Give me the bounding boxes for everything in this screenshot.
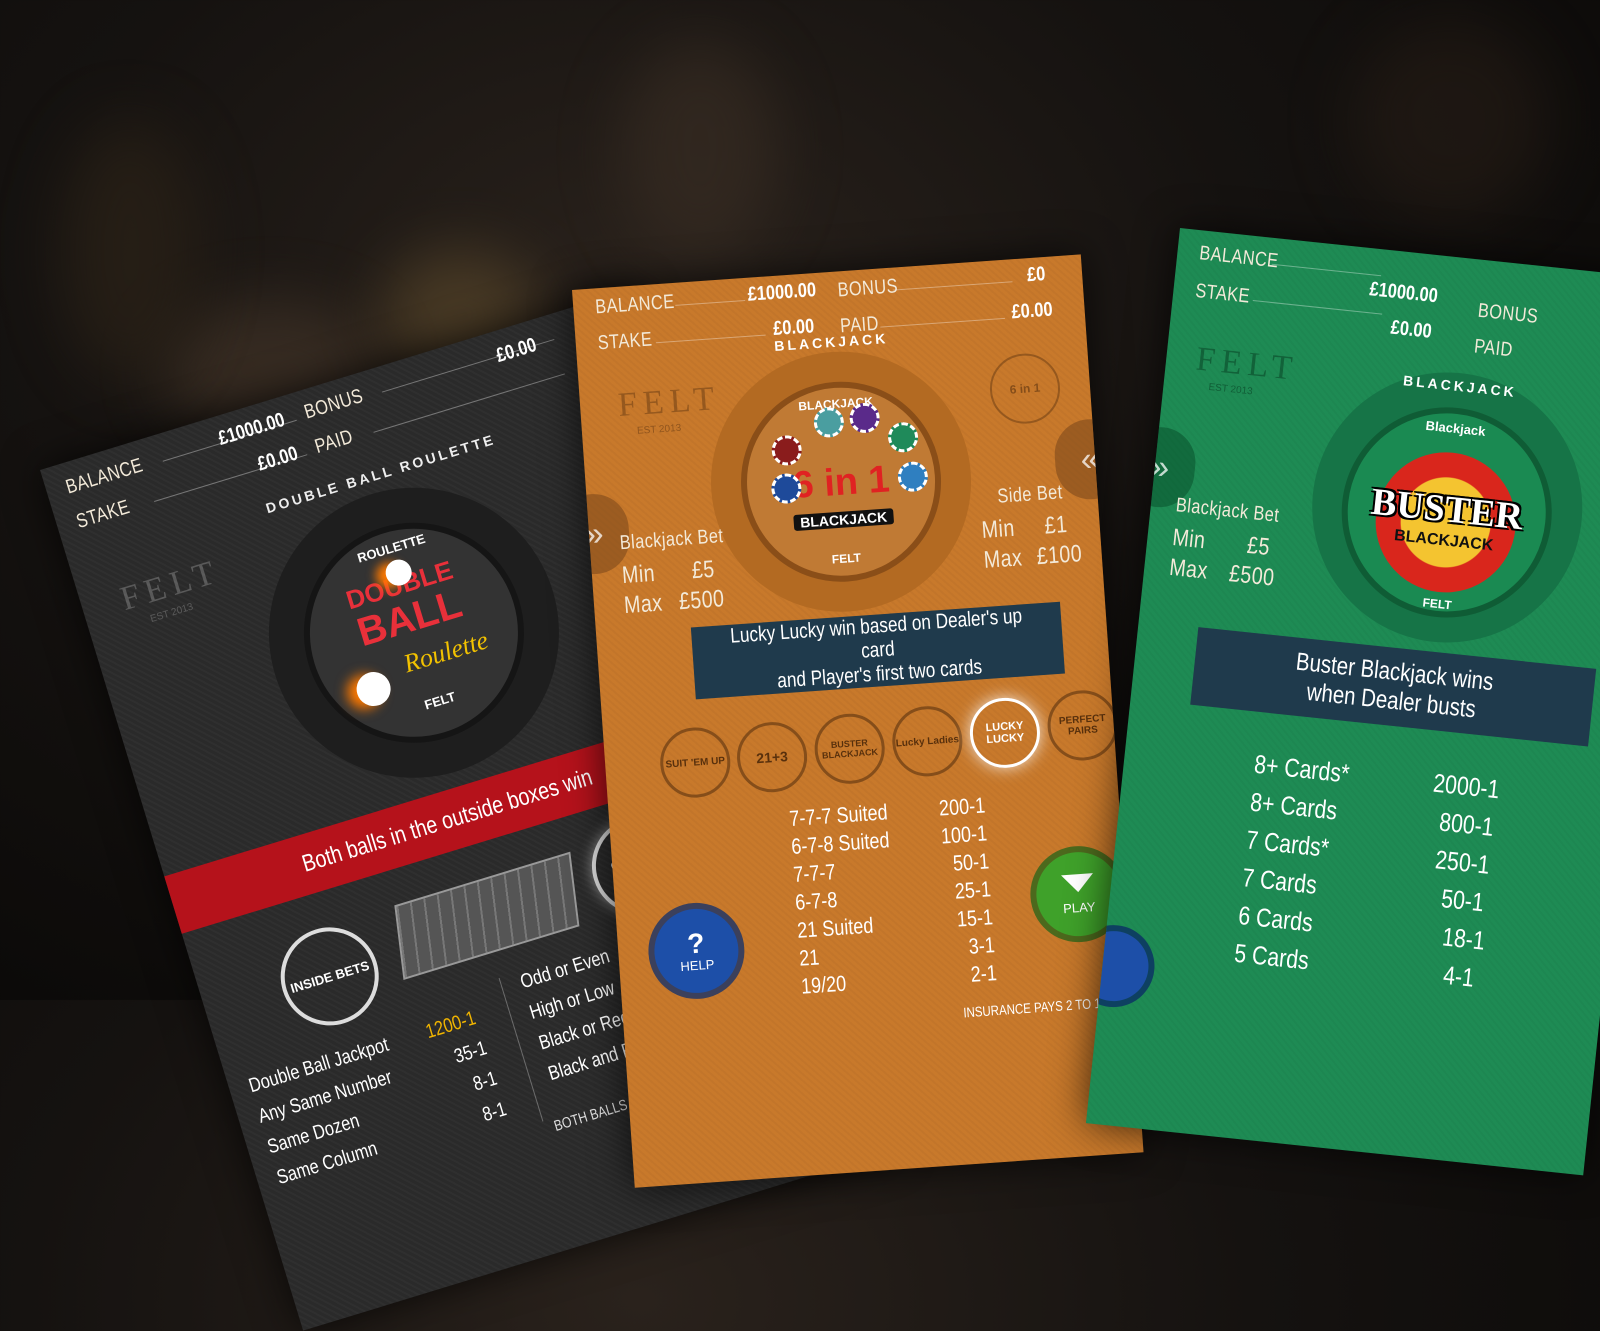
paytable-row: 7-7-7 [792, 859, 837, 887]
buster-blackjack-card[interactable]: BALANCE £1000.00 STAKE £0.00 BONUS PAID … [1085, 228, 1600, 1176]
bj-min-value: £5 [1245, 531, 1272, 562]
paytable-odds: 250-1 [1433, 844, 1492, 880]
paytable-odds: 2-1 [969, 960, 998, 987]
paytable-odds: 800-1 [1437, 806, 1496, 842]
bg-glow [60, 120, 200, 380]
side-max-label: Max [982, 544, 1024, 574]
paytable-odds: 25-1 [954, 876, 992, 904]
stake-value: £0.00 [1389, 316, 1433, 343]
paid-value: £0.00 [1010, 298, 1054, 324]
diamond-play-icon [1060, 872, 1095, 893]
bj-min-label: Min [621, 559, 656, 590]
balance-value: £1000.00 [746, 279, 817, 306]
six-in-one-blackjack-card[interactable]: BALANCE £1000.00 STAKE £0.00 BONUS £0 PA… [572, 254, 1144, 1188]
paytable-row: 21 [798, 944, 821, 971]
stake-label: STAKE [597, 328, 654, 355]
paytable-odds: 15-1 [955, 904, 994, 932]
bj-max-value: £500 [678, 585, 726, 616]
play-label: PLAY [1062, 898, 1096, 916]
bj-min-value: £5 [690, 555, 716, 585]
bonus-label: BONUS [836, 275, 899, 302]
paytable-odds: 200-1 [938, 792, 986, 821]
paytable-odds: 50-1 [952, 848, 990, 876]
paytable-odds: 100-1 [940, 820, 988, 849]
inside-bets-label: INSIDE BETS [288, 957, 371, 996]
felt-logo: FELT [616, 379, 722, 425]
bonus-value: £0 [1026, 262, 1047, 287]
paytable-odds: 3-1 [967, 932, 996, 959]
bg-glow [620, 40, 780, 260]
bj-max-label: Max [623, 589, 664, 620]
side-bet-label: Side Bet [996, 481, 1064, 508]
paid-label: PAID [1473, 335, 1514, 362]
paytable-odds: 18-1 [1440, 921, 1487, 956]
logo-main: 6 in 1 [791, 458, 892, 508]
bg-glow [1350, 20, 1550, 220]
paytable-row: 21 Suited [796, 912, 875, 943]
side-min-label: Min [980, 514, 1016, 544]
side-min-value: £1 [1043, 511, 1069, 540]
paytable-odds: 4-1 [1441, 959, 1476, 993]
bj-max-label: Max [1168, 553, 1210, 585]
side-max-value: £100 [1035, 540, 1083, 571]
paytable-row: 6-7-8 [794, 887, 839, 915]
bj-min-label: Min [1171, 523, 1207, 555]
paytable-odds: 50-1 [1439, 883, 1486, 918]
question-icon: ? [686, 926, 706, 960]
bj-max-value: £500 [1227, 560, 1276, 592]
help-label: HELP [679, 956, 715, 974]
paytable-row: 19/20 [800, 970, 848, 999]
